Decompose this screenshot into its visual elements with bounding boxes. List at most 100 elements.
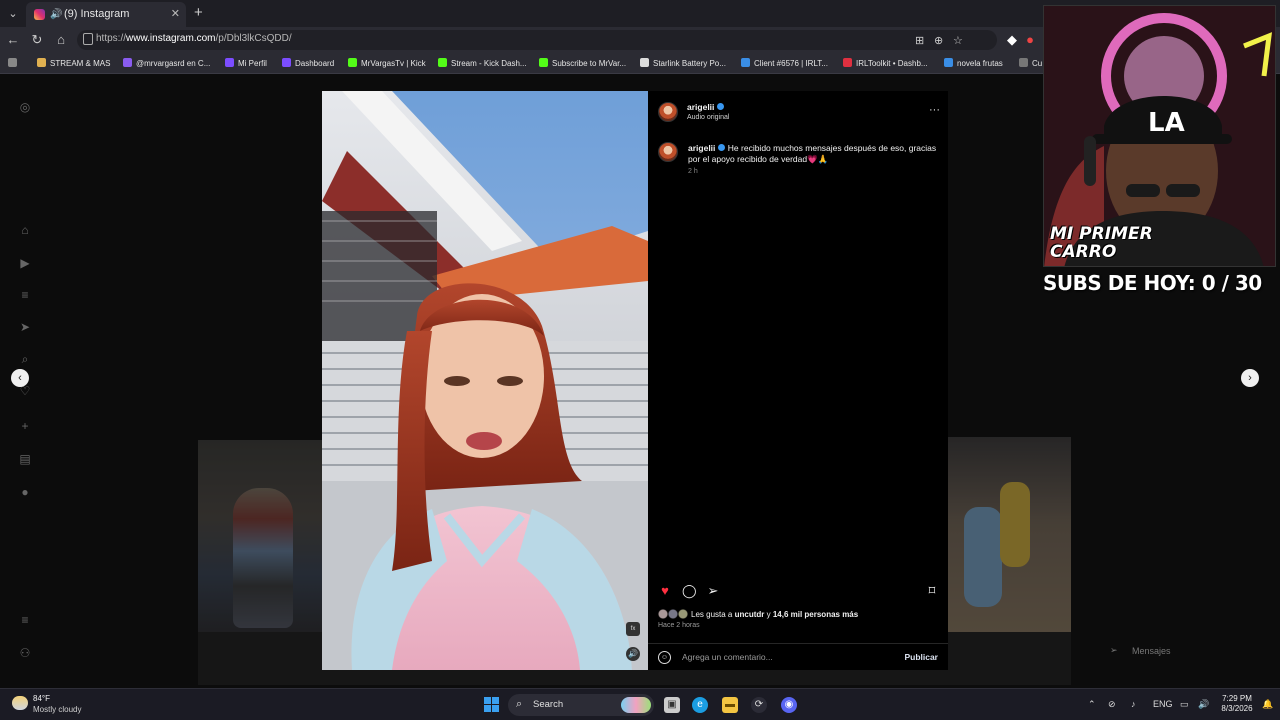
weather-condition: Mostly cloudy	[33, 705, 82, 714]
site-info-icon[interactable]	[83, 33, 93, 45]
bookmark-folder[interactable]: STREAM & MAS	[37, 57, 110, 71]
weather-temperature: 84°F	[33, 694, 50, 703]
emoji-icon[interactable]: ☺	[658, 651, 671, 664]
verified-badge-icon	[717, 103, 725, 110]
clock-date: 8/3/2026	[1221, 704, 1253, 713]
windows-taskbar: 84°F Mostly cloudy ⌕ Search ▣ e ▬ ⟳ ◉ ⌃ …	[0, 688, 1280, 720]
share-icon[interactable]: ➢	[706, 584, 720, 598]
likes-count-link[interactable]: 14,6 mil personas más	[773, 610, 858, 619]
extension-icon[interactable]: ◆	[1004, 32, 1020, 48]
microphone-icon[interactable]: ♪	[1131, 699, 1136, 709]
post-timestamp[interactable]: Hace 2 horas	[658, 622, 700, 629]
dashboard-icon[interactable]: ▤	[18, 452, 32, 466]
avatar[interactable]	[658, 142, 678, 162]
app-available-icon[interactable]: ⊞	[915, 34, 924, 47]
bookmark-item[interactable]: Cu	[1019, 57, 1042, 71]
speaker-icon[interactable]: 🔊	[50, 2, 62, 27]
new-tab-button[interactable]: +	[194, 4, 203, 21]
search-highlight-icon	[621, 697, 651, 713]
mostly-cloudy-icon	[12, 696, 28, 710]
post-author-username[interactable]: arigelii	[687, 102, 725, 112]
caption-time[interactable]: 2 h	[688, 168, 698, 175]
edge-browser-icon[interactable]: e	[692, 697, 708, 713]
next-post-arrow-icon[interactable]: ›	[1241, 369, 1259, 387]
tab-list-chevron-icon[interactable]: ⌄	[4, 5, 22, 23]
bookmark-item[interactable]: Stream - Kick Dash...	[438, 57, 527, 71]
instagram-logo-icon[interactable]: ◎	[18, 100, 32, 114]
zoom-icon[interactable]: ⊕	[934, 34, 943, 47]
messages-button[interactable]: ➢ Mensajes	[1107, 642, 1247, 660]
home-icon[interactable]: ⌂	[18, 223, 32, 237]
reels-icon[interactable]: ▶	[18, 256, 32, 270]
streamer-webcam-overlay: LA MI PRIMER CARRO	[1043, 5, 1276, 267]
search-icon: ⌕	[516, 698, 523, 710]
comment-icon[interactable]: ◯	[682, 584, 697, 598]
language-indicator[interactable]: ENG	[1153, 699, 1173, 709]
display-icon[interactable]: ▭	[1180, 699, 1189, 710]
comment-input[interactable]: Agrega un comentario...	[682, 652, 773, 662]
like-heart-icon[interactable]: ♥	[658, 584, 672, 598]
bookmark-item[interactable]: @mrvargasrd en C...	[123, 57, 210, 71]
bookmark-item[interactable]: IRLToolkit • Dashb...	[843, 57, 928, 71]
save-bookmark-icon[interactable]: ⌑	[925, 584, 939, 598]
post-video-frame	[322, 91, 648, 670]
messages-icon: ➢	[1110, 645, 1118, 655]
post-video[interactable]: fx 🔊	[322, 91, 648, 670]
discord-icon[interactable]: ◉	[781, 697, 797, 713]
mute-toggle-icon[interactable]: 🔊	[626, 647, 640, 661]
bookmark-item[interactable]: Client #6576 | IRLT...	[741, 57, 828, 71]
home-icon[interactable]: ⌂	[53, 32, 69, 48]
back-icon[interactable]: ←	[5, 32, 21, 48]
post-caption: arigelii He recibido muchos mensajes des…	[688, 143, 938, 165]
app-icon[interactable]: ⟳	[751, 697, 767, 713]
bookmark-item[interactable]: Subscribe to MrVar...	[539, 57, 626, 71]
search-icon[interactable]: ⌕	[18, 352, 32, 366]
verified-badge-icon	[718, 144, 726, 151]
previous-post-arrow-icon[interactable]: ‹	[11, 369, 29, 387]
address-bar[interactable]: https://www.instagram.com/p/Dbl3lkCsQDD/…	[77, 30, 997, 50]
autoplay-fx-icon[interactable]: fx	[626, 622, 640, 636]
favorite-star-icon[interactable]: ☆	[953, 34, 963, 47]
file-explorer-icon[interactable]: ▬	[722, 697, 738, 713]
post-details-panel: arigelii Audio original ··· arigelii He …	[648, 91, 948, 670]
profile-icon[interactable]: ●	[18, 485, 32, 499]
close-tab-icon[interactable]: ✕	[171, 2, 180, 27]
system-clock[interactable]: 7:29 PM 8/3/2026	[1216, 694, 1258, 714]
create-icon[interactable]: +	[18, 419, 32, 433]
windows-start-icon[interactable]	[484, 697, 499, 712]
bookmark-item[interactable]: MrVargasTv | Kick	[348, 57, 426, 71]
publish-button[interactable]: Publicar	[904, 652, 938, 662]
bookmark-item[interactable]: Mi Perfil	[225, 57, 267, 71]
more-menu-icon[interactable]: ≡	[18, 613, 32, 627]
subs-counter: SUBS DE HOY: 0 / 30	[1043, 271, 1262, 295]
svg-text:LA: LA	[1148, 108, 1185, 138]
extension-icon-2[interactable]: ●	[1022, 32, 1038, 48]
tab-instagram[interactable]: 🔊 (9) Instagram ✕	[26, 2, 186, 27]
audio-link[interactable]: Audio original	[687, 114, 729, 121]
direct-message-icon[interactable]: ➤	[18, 320, 32, 334]
more-options-icon[interactable]: ···	[929, 104, 940, 116]
task-view-icon[interactable]: ▣	[664, 697, 680, 713]
volume-icon[interactable]: 🔊	[1198, 699, 1209, 710]
notification-bell-icon[interactable]: 🔔	[1262, 699, 1273, 710]
bookmarks-icon[interactable]	[8, 57, 21, 71]
also-from-meta-icon[interactable]: ⚇	[18, 646, 32, 660]
avatar[interactable]	[658, 102, 678, 122]
address-url[interactable]: https://www.instagram.com/p/Dbl3lkCsQDD/	[96, 33, 292, 44]
tab-title: (9) Instagram	[64, 8, 130, 20]
reload-icon[interactable]: ↻	[29, 32, 45, 48]
webcam-banner: MI PRIMER CARRO	[1050, 224, 1153, 262]
bookmark-item[interactable]: Starlink Battery Po...	[640, 57, 726, 71]
network-icon[interactable]: ⊘	[1108, 699, 1116, 710]
search-label: Search	[533, 699, 564, 710]
caption-username[interactable]: arigelii	[688, 143, 715, 153]
feed-menu-icon[interactable]: ≡	[18, 288, 32, 302]
background-post-thumbnail	[198, 440, 322, 632]
liker-avatars	[658, 609, 688, 619]
bookmark-item[interactable]: Dashboard	[282, 57, 334, 71]
show-hidden-icons-chevron-icon[interactable]: ⌃	[1088, 699, 1096, 710]
background-post-thumbnail	[948, 437, 1071, 632]
taskbar-search[interactable]: ⌕ Search	[508, 694, 654, 716]
bookmark-item[interactable]: novela frutas	[944, 57, 1003, 71]
liker-username[interactable]: uncutdr	[735, 610, 765, 619]
